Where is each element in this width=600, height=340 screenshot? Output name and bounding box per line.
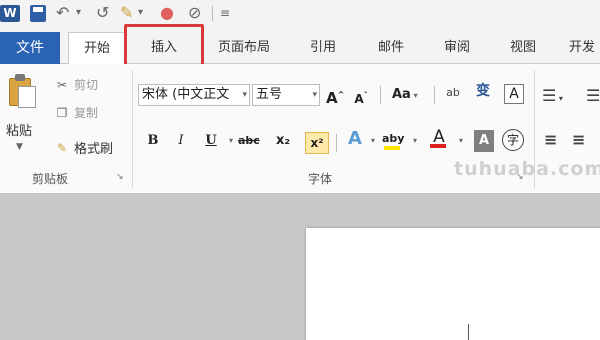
tab-developer[interactable]: 开发 — [562, 32, 600, 64]
highlight-color-swatch — [384, 146, 400, 150]
cut-button[interactable]: ✂ 剪切 — [54, 76, 98, 93]
word-logo: W — [0, 5, 20, 22]
character-shading-button[interactable]: A — [474, 130, 494, 152]
align-center-button[interactable]: ≡ — [572, 130, 585, 149]
tab-page-layout[interactable]: 页面布局 — [206, 32, 282, 64]
tab-home[interactable]: 开始 — [68, 32, 126, 65]
highlight-color-button[interactable]: aby — [382, 128, 404, 150]
subscript-button[interactable]: x₂ — [274, 130, 292, 152]
strikethrough-button[interactable]: abc — [238, 130, 260, 152]
scissors-icon: ✂ — [56, 77, 68, 92]
save-icon[interactable] — [30, 5, 46, 22]
brush-dropdown-icon[interactable]: ▾ — [138, 3, 143, 23]
undo-icon[interactable]: ↶ — [56, 3, 69, 23]
bullets-button[interactable]: ☰ ▾ — [542, 86, 563, 105]
format-brush-icon[interactable]: ✎ — [120, 3, 133, 23]
text-cursor — [468, 324, 469, 340]
font-group-label: 字体 — [307, 172, 332, 186]
superscript-button[interactable]: x² — [305, 132, 329, 154]
clear-formatting-button[interactable]: ab — [444, 82, 462, 104]
color-wheel-icon[interactable]: ● — [160, 3, 174, 23]
copy-label: 复制 — [74, 106, 99, 120]
highlight-dropdown-icon[interactable]: ▾ — [406, 130, 424, 152]
underline-button[interactable]: U — [202, 130, 220, 152]
ribbon-tabs: 文件 开始 插入 页面布局 引用 邮件 审阅 视图 开发 — [0, 28, 600, 65]
tab-file[interactable]: 文件 — [0, 32, 60, 64]
chevron-down-icon: ▾ — [242, 90, 247, 100]
grow-font-button[interactable]: A^ — [326, 84, 344, 107]
phonetic-guide-button[interactable]: 变 — [474, 80, 492, 102]
quick-access-toolbar: W ↶ ▾ ↺ ✎ ▾ ● ⊘ ≡ — [0, 0, 600, 28]
enclose-characters-button[interactable]: 字 — [502, 129, 524, 151]
tab-references[interactable]: 引用 — [298, 32, 348, 64]
format-painter-icon: ✎ — [56, 140, 68, 155]
font-name-select[interactable]: 宋体 (中文正文 ▾ — [138, 84, 250, 106]
align-left-button[interactable]: ≡ — [544, 130, 557, 149]
font-color-swatch — [430, 144, 446, 148]
numbering-button[interactable]: ☰ — [586, 86, 600, 105]
paste-dropdown-icon[interactable]: ▼ — [16, 142, 23, 152]
tab-review[interactable]: 审阅 — [432, 32, 482, 64]
document-area[interactable] — [0, 194, 600, 340]
undo-dropdown-icon[interactable]: ▾ — [76, 3, 81, 23]
chevron-down-icon: ▾ — [312, 90, 317, 100]
tab-mailings[interactable]: 邮件 — [366, 32, 416, 64]
font-color-button[interactable]: A — [428, 126, 450, 148]
italic-button[interactable]: I — [172, 130, 190, 152]
copy-button[interactable]: ❐ 复制 — [54, 104, 98, 121]
paste-button[interactable]: 粘贴 — [6, 120, 32, 139]
bold-button[interactable]: B — [144, 130, 162, 152]
document-page[interactable] — [306, 228, 600, 340]
clear-icon[interactable]: ⊘ — [188, 3, 201, 23]
tab-view[interactable]: 视图 — [498, 32, 548, 64]
paste-icon[interactable] — [9, 74, 37, 110]
qat-separator — [212, 6, 213, 21]
font-separator — [380, 86, 381, 104]
clipboard-group-label: 剪贴板 — [31, 172, 68, 186]
paste-label: 粘贴 — [6, 124, 33, 139]
change-case-button[interactable]: Aa ▾ — [392, 84, 418, 106]
font-separator — [336, 134, 337, 152]
cut-label: 剪切 — [74, 78, 99, 92]
font-size-select[interactable]: 五号 ▾ — [252, 84, 320, 106]
format-painter-label: 格式刷 — [74, 142, 114, 157]
font-separator — [434, 86, 435, 104]
copy-icon: ❐ — [56, 105, 68, 120]
character-border-button[interactable]: A — [504, 84, 524, 104]
watermark: tuhuaba.com — [454, 158, 600, 180]
text-effects-dropdown-icon[interactable]: ▾ — [364, 130, 382, 152]
group-separator — [132, 70, 133, 188]
format-painter-button[interactable]: ✎ 格式刷 — [54, 138, 114, 158]
redo-icon[interactable]: ↺ — [96, 3, 109, 23]
font-color-dropdown-icon[interactable]: ▾ — [452, 130, 470, 152]
text-effects-button[interactable]: A — [346, 128, 364, 150]
shrink-font-button[interactable]: Aˇ — [352, 85, 370, 107]
customize-qat-icon[interactable]: ≡ — [220, 3, 230, 23]
clipboard-launcher-icon[interactable]: ↘ — [116, 172, 124, 182]
